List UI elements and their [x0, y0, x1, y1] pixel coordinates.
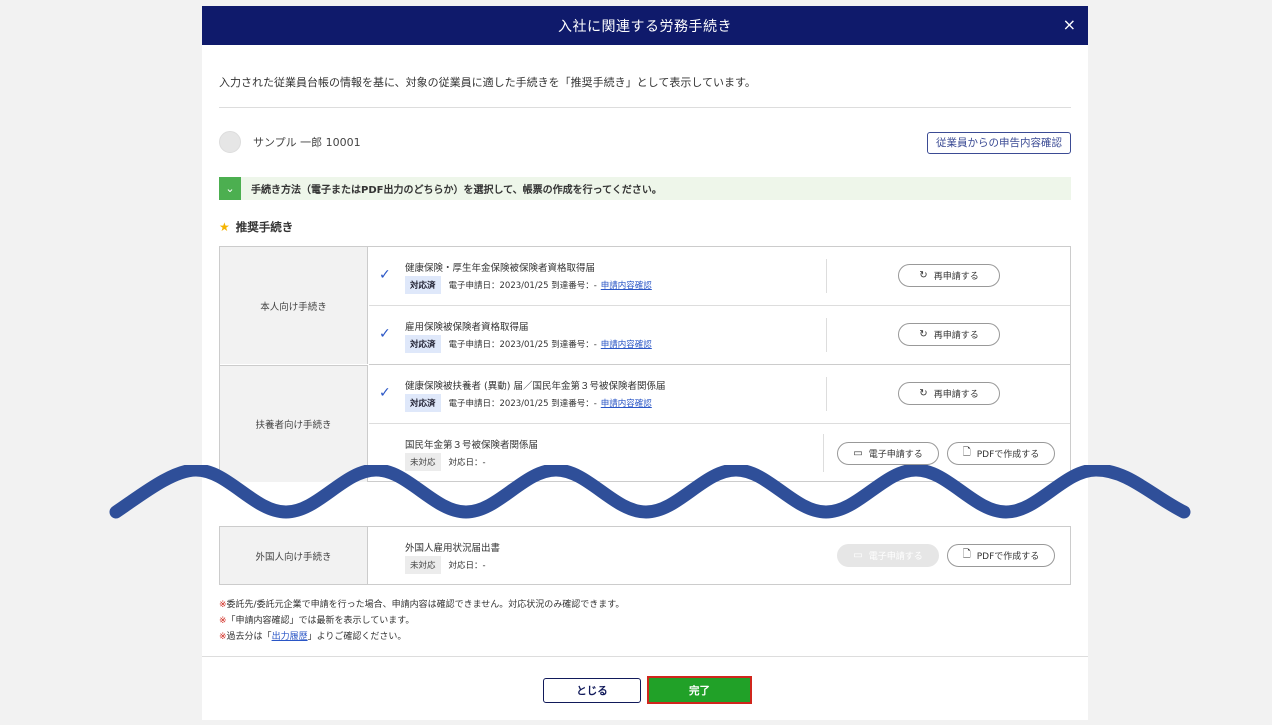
status-badge: 対応済	[405, 394, 441, 412]
close-icon[interactable]: ×	[1063, 15, 1076, 35]
note-line: ※「申請内容確認」では最新を表示しています。	[219, 613, 624, 629]
reapply-label: 再申請する	[933, 390, 979, 400]
reapply-button[interactable]: ↻ 再申請する	[898, 264, 1000, 287]
procedure-meta-text: 電子申請日：2023/01/25 到達番号：-	[448, 340, 597, 350]
star-icon: ★	[219, 220, 230, 234]
e-application-button[interactable]: ▭ 電子申請する	[837, 442, 939, 465]
status-badge: 対応済	[405, 276, 441, 294]
status-badge: 未対応	[405, 556, 441, 574]
document-icon: 🗋	[962, 549, 971, 560]
reapply-button[interactable]: ↻ 再申請する	[898, 323, 1000, 346]
divider	[826, 318, 827, 352]
avatar	[219, 131, 241, 153]
procedures-modal: 入社に関連する労務手続き × 入力された従業員台帳の情報を基に、対象の従業員に適…	[202, 6, 1088, 720]
reapply-label: 再申請する	[933, 331, 979, 341]
table-row: ✓ 健康保険・厚生年金保険被保険者資格取得届 対応済 電子申請日：2023/01…	[369, 247, 1070, 305]
e-application-label: 電子申請する	[868, 552, 923, 562]
close-button[interactable]: とじる	[543, 678, 641, 703]
application-detail-link[interactable]: 申請内容確認	[601, 279, 652, 291]
employee-name: サンプル 一郎 10001	[253, 136, 361, 149]
reapply-button[interactable]: ↻ 再申請する	[898, 382, 1000, 405]
wave-break-icon	[109, 465, 1191, 519]
table-row: ✓ 健康保険被扶養者 (異動) 届／国民年金第３号被保険者関係届 対応済 電子申…	[369, 364, 1070, 423]
note-mark: ※	[219, 600, 227, 610]
chevron-down-icon: ⌄	[219, 177, 241, 200]
application-detail-link[interactable]: 申請内容確認	[601, 397, 652, 409]
procedure-name: 外国人雇用状況届出書	[405, 543, 501, 554]
employee-row: サンプル 一郎 10001 従業員からの申告内容確認	[219, 131, 1071, 154]
note-text: 」よりご確認ください。	[307, 632, 407, 642]
refresh-icon: ↻	[919, 388, 928, 399]
procedure-meta-text: 電子申請日：2023/01/25 到達番号：-	[448, 281, 597, 291]
note-text: 委託先/委託元企業で申請を行った場合、申請内容は確認できません。対応状況のみ確認…	[226, 600, 625, 610]
check-icon: ✓	[379, 385, 391, 401]
status-badge: 対応済	[405, 335, 441, 353]
group-label-foreign: 外国人向け手続き	[220, 527, 368, 584]
procedure-meta: 対応済 電子申請日：2023/01/25 到達番号：- 申請内容確認	[405, 394, 652, 412]
note-text: 過去分は「	[226, 632, 272, 642]
check-icon: ✓	[379, 267, 391, 283]
procedure-name: 雇用保険被保険者資格取得届	[405, 322, 529, 333]
create-pdf-label: PDFで作成する	[976, 450, 1040, 460]
procedures-table: 本人向け手続き 扶養者向け手続き ✓ 健康保険・厚生年金保険被保険者資格取得届 …	[219, 246, 1071, 482]
procedure-name: 国民年金第３号被保険者関係届	[405, 440, 539, 451]
table-row: ✓ 雇用保険被保険者資格取得届 対応済 電子申請日：2023/01/25 到達番…	[369, 305, 1070, 364]
laptop-icon: ▭	[853, 550, 863, 561]
notice-banner: ⌄ 手続き方法（電子またはPDF出力のどちらか）を選択して、帳票の作成を行ってく…	[219, 177, 1071, 200]
application-detail-link[interactable]: 申請内容確認	[601, 338, 652, 350]
procedure-meta: 未対応 対応日：-	[405, 556, 486, 574]
divider	[826, 259, 827, 293]
note-text: 「申請内容確認」では最新を表示しています。	[226, 616, 415, 626]
notes: ※委託先/委託元企業で申請を行った場合、申請内容は確認できません。対応状況のみ確…	[219, 597, 624, 645]
section-title-label: 推奨手続き	[235, 220, 294, 234]
check-icon: ✓	[379, 326, 391, 342]
e-application-label: 電子申請する	[868, 450, 923, 460]
create-pdf-button[interactable]: 🗋 PDFで作成する	[947, 544, 1055, 567]
refresh-icon: ↻	[919, 329, 928, 340]
e-application-button-disabled: ▭ 電子申請する	[837, 544, 939, 567]
refresh-icon: ↻	[919, 270, 928, 281]
notice-text: 手続き方法（電子またはPDF出力のどちらか）を選択して、帳票の作成を行ってくださ…	[251, 185, 662, 196]
note-mark: ※	[219, 616, 227, 626]
modal-title: 入社に関連する労務手続き	[558, 18, 732, 35]
procedure-meta: 対応済 電子申請日：2023/01/25 到達番号：- 申請内容確認	[405, 335, 652, 353]
procedure-meta-text: 電子申請日：2023/01/25 到達番号：-	[448, 399, 597, 409]
procedure-meta-text: 対応日：-	[448, 561, 486, 571]
table-row: 外国人雇用状況届出書 未対応 対応日：- ▭ 電子申請する 🗋 PDFで作成する	[369, 527, 1070, 584]
procedure-name: 健康保険・厚生年金保険被保険者資格取得届	[405, 263, 596, 274]
note-line: ※委託先/委託元企業で申請を行った場合、申請内容は確認できません。対応状況のみ確…	[219, 597, 624, 613]
note-line: ※過去分は「出力履歴」よりご確認ください。	[219, 629, 624, 645]
modal-header: 入社に関連する労務手続き ×	[202, 6, 1088, 45]
divider	[219, 107, 1071, 108]
group-label-self: 本人向け手続き	[220, 247, 368, 364]
output-history-link[interactable]: 出力履歴	[272, 632, 308, 642]
reapply-label: 再申請する	[933, 272, 979, 282]
employee-declaration-button[interactable]: 従業員からの申告内容確認	[927, 132, 1071, 154]
done-button[interactable]: 完了	[647, 676, 752, 704]
procedure-name: 健康保険被扶養者 (異動) 届／国民年金第３号被保険者関係届	[405, 381, 666, 392]
divider	[826, 377, 827, 411]
document-icon: 🗋	[962, 447, 971, 458]
procedure-meta: 対応済 電子申請日：2023/01/25 到達番号：- 申請内容確認	[405, 276, 652, 294]
laptop-icon: ▭	[853, 448, 863, 459]
note-mark: ※	[219, 632, 227, 642]
section-title: ★ 推奨手続き	[219, 219, 293, 235]
intro-text: 入力された従業員台帳の情報を基に、対象の従業員に適した手続きを「推奨手続き」とし…	[219, 76, 756, 89]
create-pdf-button[interactable]: 🗋 PDFで作成する	[947, 442, 1055, 465]
create-pdf-label: PDFで作成する	[976, 552, 1040, 562]
divider	[202, 656, 1088, 657]
